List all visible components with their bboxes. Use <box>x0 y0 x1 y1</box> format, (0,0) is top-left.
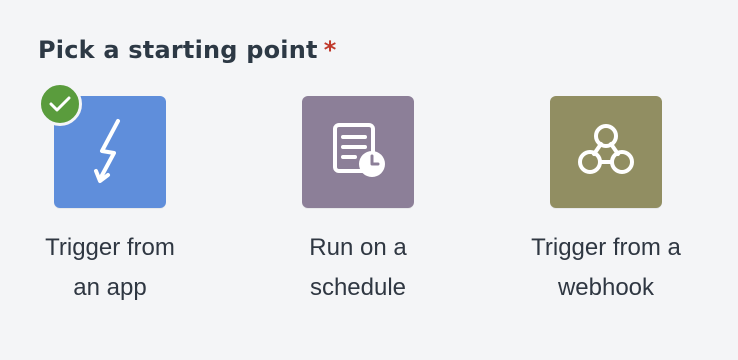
webhook-icon <box>574 118 638 186</box>
option-label-schedule-line2: schedule <box>309 274 407 301</box>
option-label-webhook-line2: webhook <box>557 274 655 301</box>
option-trigger-from-app[interactable]: Trigger from an app <box>0 82 220 308</box>
schedule-icon <box>326 118 390 186</box>
selected-check-icon <box>38 82 82 126</box>
option-label-app-line1: Trigger from <box>45 234 175 261</box>
lightning-icon <box>80 115 140 189</box>
option-trigger-from-webhook[interactable]: Trigger from a webhook <box>496 96 716 308</box>
option-label-webhook: Trigger from a webhook <box>496 228 716 308</box>
option-label-app-line2: an app <box>73 274 147 301</box>
option-tile-schedule[interactable] <box>302 96 414 208</box>
option-label-app: Trigger from an app <box>0 228 220 308</box>
title-text: Pick a starting point <box>38 36 318 64</box>
option-run-on-schedule[interactable]: Run on a schedule <box>248 96 468 308</box>
option-label-schedule: Run on a schedule <box>248 228 468 308</box>
option-tile-app[interactable] <box>38 82 166 208</box>
option-label-schedule-line1: Run on a <box>309 234 407 261</box>
page-title: Pick a starting point * <box>38 36 336 64</box>
required-asterisk: * <box>323 36 337 64</box>
option-tile-webhook[interactable] <box>550 96 662 208</box>
option-label-webhook-line1: Trigger from a <box>531 234 681 261</box>
